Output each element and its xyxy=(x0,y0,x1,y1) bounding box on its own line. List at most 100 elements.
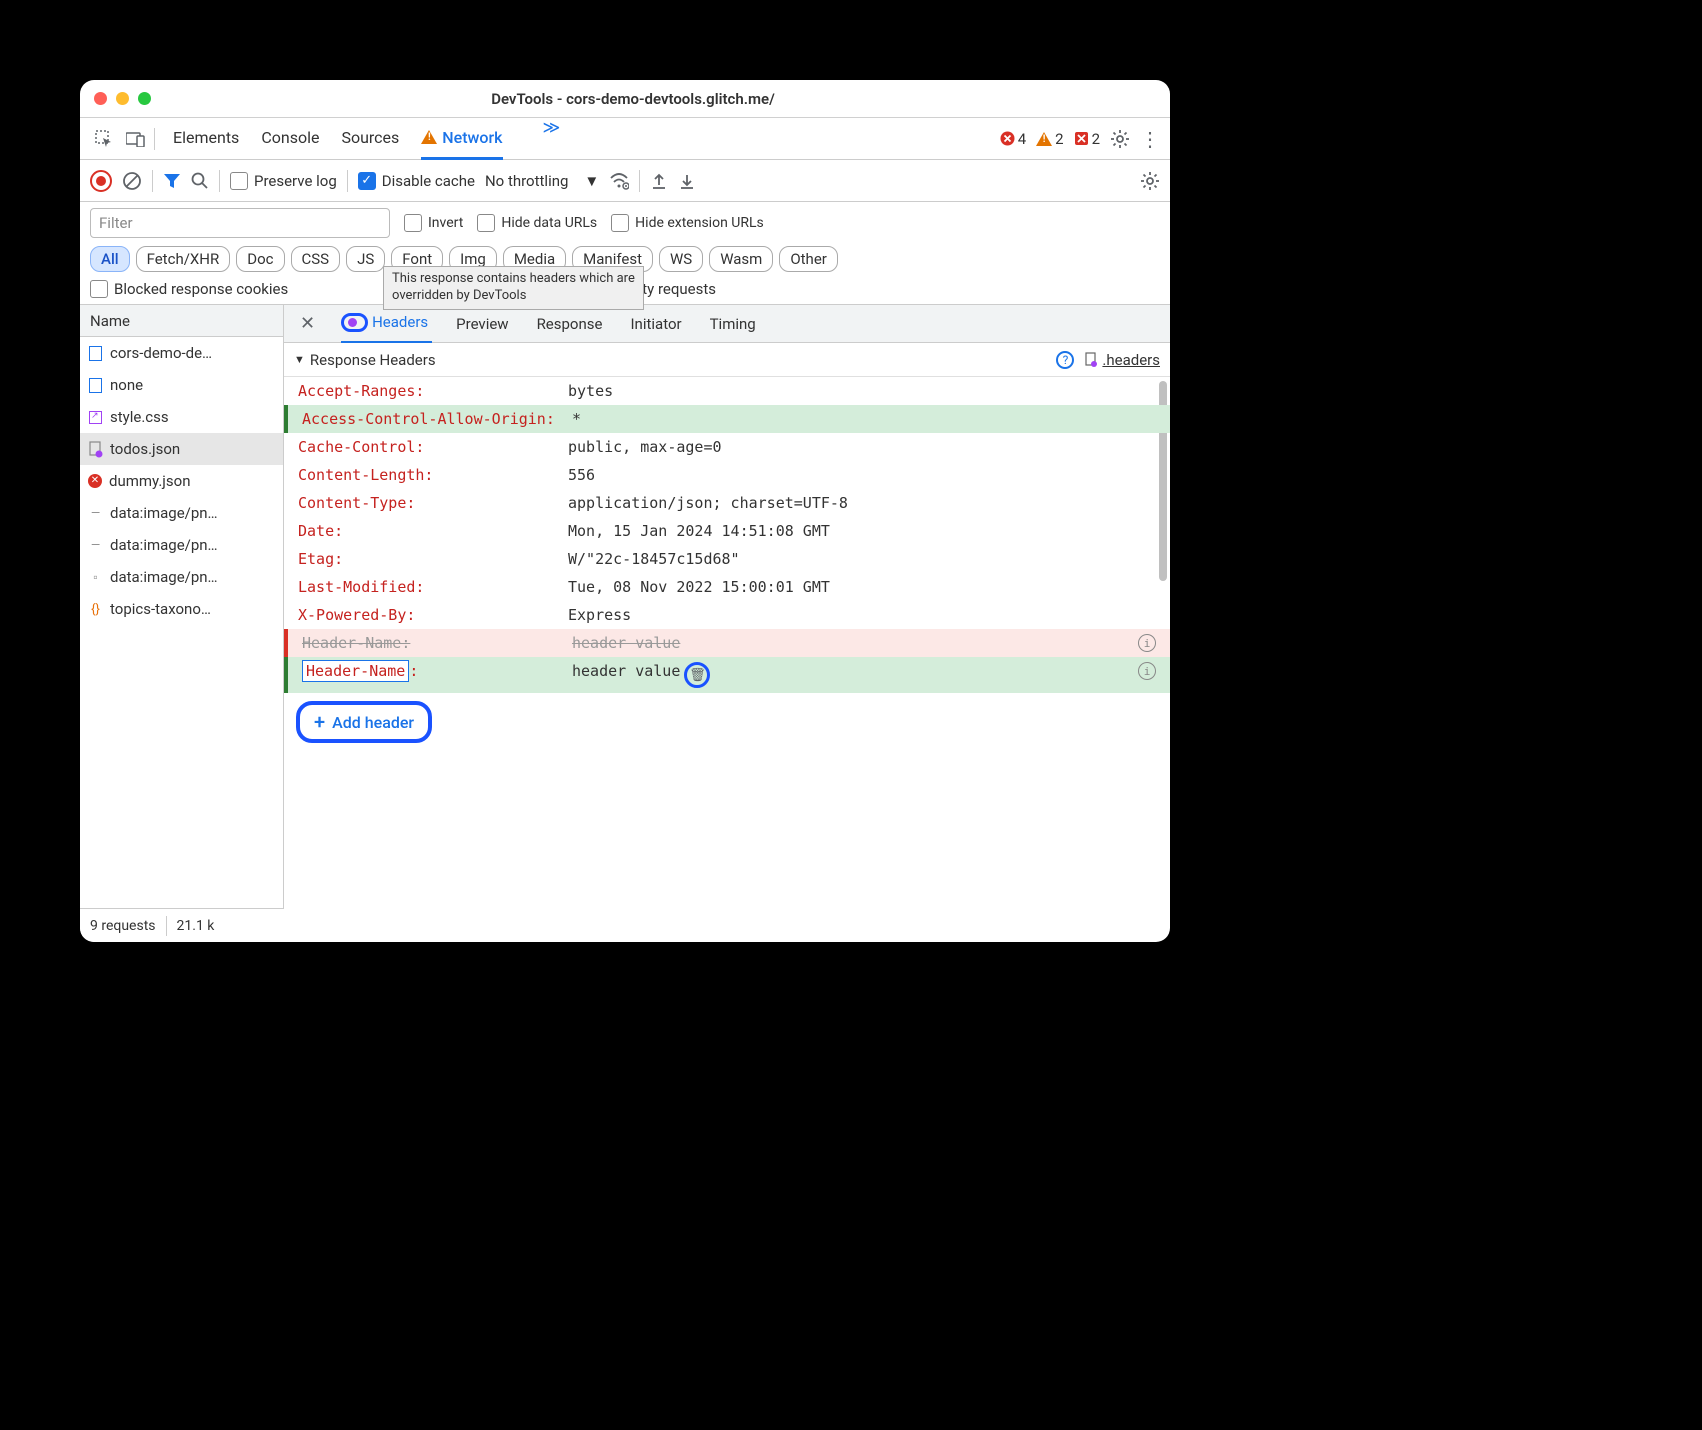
add-header-label: Add header xyxy=(332,713,414,732)
close-window[interactable] xyxy=(94,92,107,105)
upload-icon[interactable] xyxy=(650,172,668,190)
request-row[interactable]: none xyxy=(80,369,283,401)
chip-other[interactable]: Other xyxy=(779,246,838,272)
filter-extra-row: Blocked response cookies party requests … xyxy=(90,280,1160,298)
disable-cache-label: Disable cache xyxy=(382,172,475,190)
titlebar: DevTools - cors-demo-devtools.glitch.me/ xyxy=(80,80,1170,118)
tab-sources[interactable]: Sources xyxy=(341,118,399,160)
issues-badge[interactable]: 2 xyxy=(1074,130,1100,148)
header-value-input[interactable]: header value xyxy=(572,662,680,680)
request-list: cors-demo-de… none style.css todos.json … xyxy=(80,337,283,942)
panel-tab-initiator[interactable]: Initiator xyxy=(626,306,685,342)
preserve-log-checkbox[interactable]: Preserve log xyxy=(230,172,337,190)
chip-css[interactable]: CSS xyxy=(291,246,341,272)
override-dot-icon xyxy=(348,318,357,327)
panel-tab-response[interactable]: Response xyxy=(533,306,607,342)
plus-icon: + xyxy=(314,710,325,734)
issues-icon xyxy=(1074,131,1089,146)
header-row: X-Powered-By:Express xyxy=(284,601,1170,629)
divider xyxy=(154,128,155,150)
window-title: DevTools - cors-demo-devtools.glitch.me/ xyxy=(110,90,1156,108)
header-row: Accept-Ranges:bytes xyxy=(284,377,1170,405)
chip-doc[interactable]: Doc xyxy=(236,246,284,272)
request-row-selected[interactable]: todos.json xyxy=(80,433,283,465)
inspect-icon[interactable] xyxy=(90,125,118,153)
document-icon xyxy=(88,378,103,393)
error-count: 4 xyxy=(1018,130,1026,148)
clear-icon[interactable] xyxy=(122,171,142,191)
device-toolbar-icon[interactable] xyxy=(122,125,150,153)
header-row: Last-Modified:Tue, 08 Nov 2022 15:00:01 … xyxy=(284,573,1170,601)
request-row[interactable]: —data:image/pn… xyxy=(80,529,283,561)
headers-file-link[interactable]: .headers xyxy=(1084,351,1160,369)
tab-console[interactable]: Console xyxy=(261,118,319,160)
dash-icon: — xyxy=(88,538,103,553)
hide-extension-urls-checkbox[interactable]: Hide extension URLs xyxy=(611,214,764,232)
info-icon[interactable]: i xyxy=(1138,634,1156,652)
chip-wasm[interactable]: Wasm xyxy=(709,246,773,272)
help-icon[interactable]: ? xyxy=(1056,351,1074,369)
error-badge[interactable]: 4 xyxy=(1000,130,1026,148)
record-button[interactable] xyxy=(90,170,112,192)
dash-icon: — xyxy=(88,506,103,521)
settings-icon[interactable] xyxy=(1110,129,1130,149)
throttling-select[interactable]: No throttling ▼ xyxy=(485,172,599,190)
request-row[interactable]: ▫data:image/pn… xyxy=(80,561,283,593)
request-row[interactable]: {}topics-taxono… xyxy=(80,593,283,625)
response-headers-section[interactable]: ▼ Response Headers ? .headers xyxy=(284,343,1170,377)
section-title: Response Headers xyxy=(310,351,436,369)
override-tooltip: This response contains headers which are… xyxy=(383,266,644,310)
close-panel-icon[interactable]: ✕ xyxy=(294,313,321,334)
chip-ws[interactable]: WS xyxy=(659,246,703,272)
filter-icon[interactable] xyxy=(163,172,181,190)
panel-tab-preview[interactable]: Preview xyxy=(452,306,512,342)
request-row[interactable]: ✕dummy.json xyxy=(80,465,283,497)
override-icon xyxy=(88,442,103,457)
filter-placeholder: Filter xyxy=(99,214,133,232)
network-settings-icon[interactable] xyxy=(1140,171,1160,191)
header-row: Content-Length:556 xyxy=(284,461,1170,489)
disable-cache-checkbox[interactable]: ✓ Disable cache xyxy=(358,172,475,190)
chevron-down-icon: ▼ xyxy=(584,172,599,190)
filter-input[interactable]: Filter xyxy=(90,208,390,238)
hide-data-urls-checkbox[interactable]: Hide data URLs xyxy=(477,214,597,232)
tab-network[interactable]: Network xyxy=(421,118,502,160)
throttling-label: No throttling xyxy=(485,172,568,190)
download-icon[interactable] xyxy=(678,172,696,190)
more-tabs-icon[interactable]: ≫ xyxy=(543,118,561,160)
tab-elements[interactable]: Elements xyxy=(173,118,239,160)
chip-fetch-xhr[interactable]: Fetch/XHR xyxy=(136,246,231,272)
chip-all[interactable]: All xyxy=(90,246,130,272)
wifi-icon[interactable] xyxy=(609,172,629,190)
header-row-editing: Header-Name: header value 🗑 i xyxy=(284,657,1170,693)
request-row[interactable]: cors-demo-de… xyxy=(80,337,283,369)
error-icon xyxy=(1000,131,1015,146)
tab-network-label: Network xyxy=(442,128,502,147)
kebab-menu-icon[interactable]: ⋮ xyxy=(1140,127,1160,151)
content-area: Name cors-demo-de… none style.css todos.… xyxy=(80,305,1170,942)
invert-checkbox[interactable]: Invert xyxy=(404,214,463,232)
add-header-button[interactable]: + Add header xyxy=(296,701,432,743)
checkbox-checked-icon: ✓ xyxy=(358,172,376,190)
warning-badge[interactable]: 2 xyxy=(1036,130,1063,148)
header-row: Etag:W/"22c-18457c15d68" xyxy=(284,545,1170,573)
tabbar-right: 4 2 2 ⋮ xyxy=(1000,127,1160,151)
status-footer: 9 requests 21.1 k xyxy=(80,908,284,942)
panel-tabs: ✕ Headers Preview Response Initiator Tim… xyxy=(284,305,1170,343)
panel-tab-timing[interactable]: Timing xyxy=(706,306,760,342)
header-row: Content-Type:application/json; charset=U… xyxy=(284,489,1170,517)
request-row[interactable]: —data:image/pn… xyxy=(80,497,283,529)
delete-header-button[interactable]: 🗑 xyxy=(684,662,710,688)
sidebar-header[interactable]: Name xyxy=(80,305,283,337)
transfer-size: 21.1 k xyxy=(177,918,215,934)
panel-tab-headers[interactable]: Headers xyxy=(341,305,432,344)
document-icon xyxy=(88,346,103,361)
header-name-input[interactable]: Header-Name xyxy=(302,660,409,682)
json-icon: {} xyxy=(88,602,103,617)
css-icon xyxy=(88,410,103,425)
request-row[interactable]: style.css xyxy=(80,401,283,433)
blocked-cookies-checkbox[interactable]: Blocked response cookies xyxy=(90,280,288,298)
search-icon[interactable] xyxy=(191,172,209,190)
chip-js[interactable]: JS xyxy=(346,246,385,272)
info-icon[interactable]: i xyxy=(1138,662,1156,680)
